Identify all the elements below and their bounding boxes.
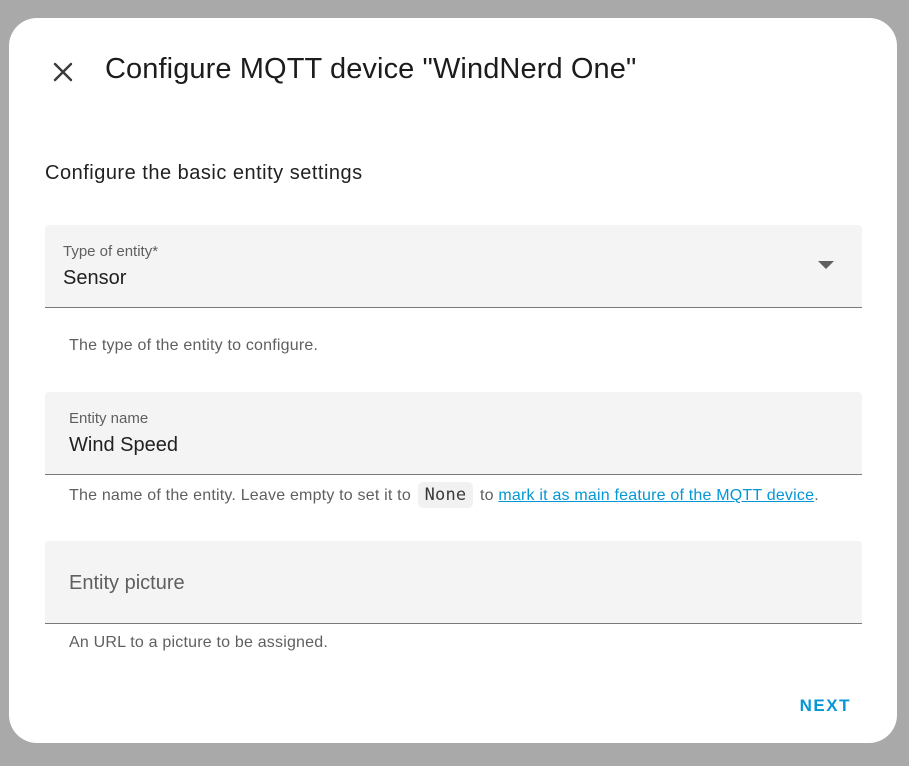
entity-type-select[interactable]: Type of entity* Sensor [45,225,862,308]
entity-name-label: Entity name [69,410,149,427]
dialog-title: Configure MQTT device "WindNerd One" [105,53,637,85]
entity-name-input[interactable]: Wind Speed [69,432,178,458]
configure-dialog: Configure MQTT device "WindNerd One" Con… [9,18,897,743]
entity-picture-field[interactable]: Entity picture [45,541,862,624]
main-feature-link[interactable]: mark it as main feature of the MQTT devi… [498,487,814,504]
chevron-down-icon[interactable] [818,261,834,269]
entity-picture-helper: An URL to a picture to be assigned. [69,634,328,651]
entity-name-field[interactable]: Entity name Wind Speed [45,392,862,475]
next-button[interactable]: NEXT [800,696,851,716]
entity-name-helper: The name of the entity. Leave empty to s… [69,482,819,508]
entity-type-label: Type of entity* [63,243,159,260]
entity-type-helper: The type of the entity to configure. [69,337,319,354]
close-button[interactable] [49,58,77,86]
none-code: None [417,482,474,508]
entity-name-helper-to: to [480,487,494,504]
entity-picture-label: Entity picture [69,572,185,594]
entity-type-value: Sensor [63,267,127,289]
entity-name-helper-text: The name of the entity. Leave empty to s… [69,487,411,504]
section-heading: Configure the basic entity settings [45,162,363,184]
entity-name-helper-period: . [814,487,819,504]
close-icon [53,62,73,82]
